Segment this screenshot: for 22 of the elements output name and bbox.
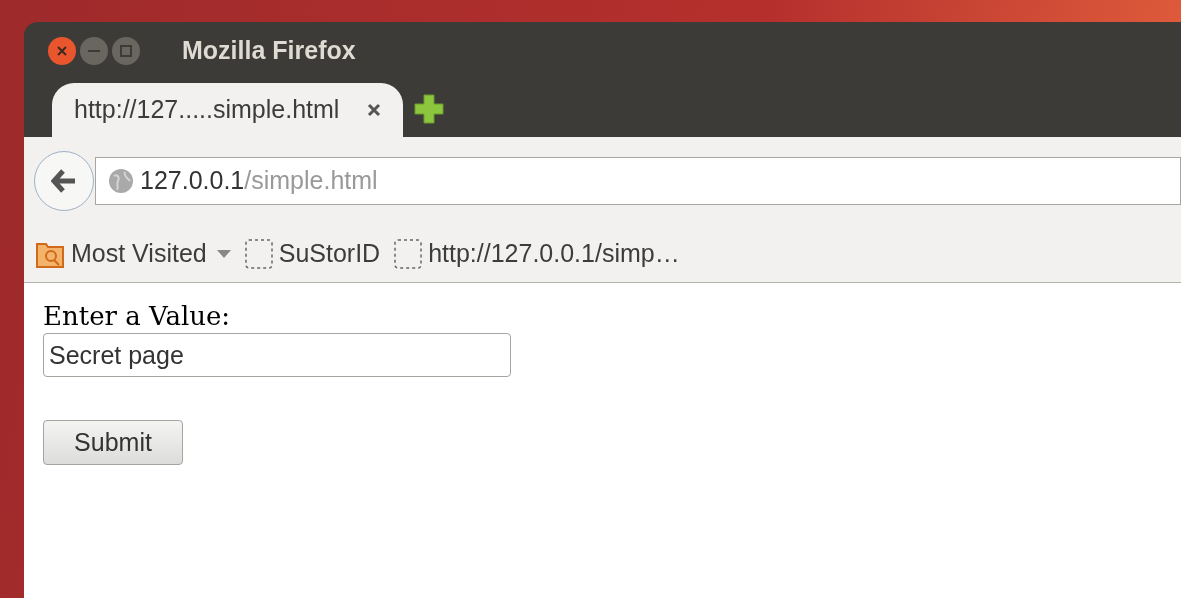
bookmark-item[interactable]: http://127.0.0.1/simp… — [394, 234, 680, 273]
browser-tab[interactable]: http://127.....simple.html — [52, 83, 404, 137]
maximize-icon — [120, 45, 132, 57]
back-button[interactable] — [34, 151, 94, 211]
close-icon[interactable] — [367, 103, 382, 117]
back-icon — [51, 169, 77, 193]
bookmark-item[interactable]: SuStorID — [244, 234, 381, 273]
minimize-icon — [88, 50, 100, 52]
address-field[interactable]: 127.0.0.1/simple.html — [95, 157, 1181, 205]
field-label: Enter a Value: — [43, 301, 232, 331]
dropdown-arrow-icon — [216, 249, 231, 258]
text-input[interactable]: Secret page — [43, 333, 511, 377]
globe-icon — [108, 168, 134, 194]
submit-button[interactable]: Submit — [43, 420, 183, 465]
new-tab-icon[interactable] — [413, 93, 446, 125]
close-icon — [56, 45, 68, 57]
page-icon — [394, 238, 423, 269]
bookmark-item[interactable]: Most Visited — [35, 234, 231, 273]
window-title: Mozilla Firefox — [182, 35, 356, 67]
close-button[interactable] — [48, 37, 76, 65]
tab-title: http://127.....simple.html — [74, 94, 340, 126]
page-icon — [244, 238, 273, 269]
